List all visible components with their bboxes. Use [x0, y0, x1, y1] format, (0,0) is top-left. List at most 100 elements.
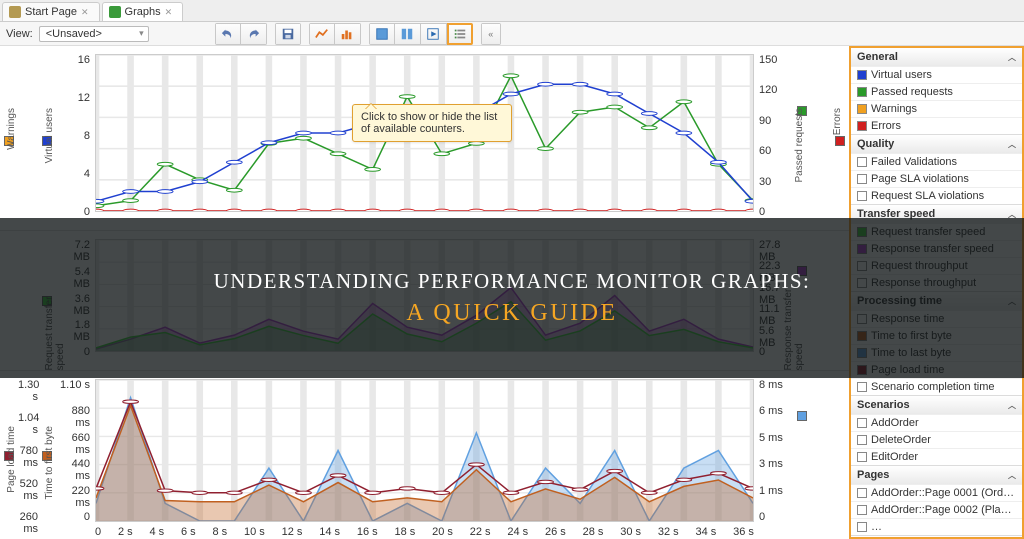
errors-legend-swatch: [835, 136, 845, 146]
checkbox[interactable]: [857, 418, 867, 428]
view-label: View:: [6, 28, 33, 40]
y-ticks-left: 0481216: [58, 46, 90, 230]
color-swatch: [857, 121, 867, 131]
chart-line-button[interactable]: [309, 23, 335, 45]
redo-icon: [246, 27, 260, 41]
color-swatch: [857, 70, 867, 80]
section-title: General: [857, 51, 898, 63]
checkbox[interactable]: [857, 157, 867, 167]
counter-label: Request SLA violations: [871, 190, 984, 202]
counter-label: Errors: [871, 120, 901, 132]
counter-row[interactable]: AddOrder::Page 0002 (Placing: [851, 501, 1022, 518]
section-header[interactable]: Quality ︿: [851, 135, 1022, 153]
sidebar-section: Quality ︿ Failed Validations Page SLA viola…: [851, 135, 1022, 205]
chevron-up-icon: ︿: [1008, 470, 1016, 481]
counter-row[interactable]: Errors: [851, 117, 1022, 134]
y-ticks-left: 0220 ms440 ms660 ms880 ms1.10 s: [58, 371, 90, 539]
counter-row[interactable]: Page SLA violations: [851, 170, 1022, 187]
counter-label: AddOrder: [871, 417, 919, 429]
layout-single-icon: [375, 27, 389, 41]
start-page-icon: [9, 6, 21, 18]
tab-label: Graphs: [125, 6, 161, 18]
counter-row[interactable]: Request SLA violations: [851, 187, 1022, 204]
checkbox[interactable]: [857, 382, 867, 392]
checkbox[interactable]: [857, 435, 867, 445]
overlay-subtitle: A QUICK GUIDE: [406, 300, 617, 327]
y-ticks-right: 01 ms3 ms5 ms6 ms8 ms: [759, 371, 791, 539]
checkbox[interactable]: [857, 191, 867, 201]
sidebar-section: General ︿ Virtual users Passed requests Warn…: [851, 48, 1022, 135]
counter-label: EditOrder: [871, 451, 918, 463]
undo-button[interactable]: [215, 23, 241, 45]
counter-row[interactable]: Passed requests: [851, 83, 1022, 100]
axis-label-passed-requests: Passed requests: [794, 108, 805, 183]
sidebar-section: Scenarios︿ AddOrder DeleteOrder EditOrder: [851, 396, 1022, 466]
view-select[interactable]: <Unsaved>: [39, 26, 149, 42]
checkbox[interactable]: [857, 505, 867, 515]
counter-row[interactable]: Virtual users: [851, 66, 1022, 83]
play-button[interactable]: [421, 23, 447, 45]
checkbox[interactable]: [857, 522, 867, 532]
section-header[interactable]: Scenarios︿: [851, 396, 1022, 414]
counter-label: …: [871, 521, 882, 533]
editor-tabbar: Start Page ✕ Graphs ✕: [0, 0, 1024, 22]
undo-icon: [221, 27, 235, 41]
counter-label: AddOrder::Page 0002 (Placing: [871, 504, 1016, 516]
counter-row[interactable]: …: [851, 518, 1022, 535]
axis-label-virtual-users: Virtual users: [44, 108, 55, 163]
section-title: Scenarios: [857, 399, 910, 411]
save-button[interactable]: [275, 23, 301, 45]
counter-label: AddOrder::Page 0001 (Order c: [871, 487, 1016, 499]
counter-label: DeleteOrder: [871, 434, 931, 446]
title-overlay: UNDERSTANDING PERFORMANCE MONITOR GRAPHS…: [0, 218, 1024, 378]
counter-row[interactable]: Failed Validations: [851, 153, 1022, 170]
counter-row[interactable]: Scenario completion time: [851, 378, 1022, 395]
counter-row[interactable]: AddOrder: [851, 414, 1022, 431]
y-ticks-far-left: 260 ms520 ms780 ms1.04 s1.30 s: [18, 371, 38, 539]
counter-label: Virtual users: [871, 69, 932, 81]
chart-bar-icon: [340, 27, 354, 41]
graph-toolbar: «: [215, 23, 509, 45]
section-header[interactable]: General ︿: [851, 48, 1022, 66]
counter-row[interactable]: Warnings: [851, 100, 1022, 117]
axis-label-errors: Errors: [832, 108, 843, 135]
plot-area[interactable]: [95, 379, 754, 522]
save-icon: [281, 27, 295, 41]
counter-row[interactable]: EditOrder: [851, 448, 1022, 465]
chevron-up-icon: ︿: [1008, 52, 1016, 63]
color-swatch: [857, 104, 867, 114]
overlay-title: UNDERSTANDING PERFORMANCE MONITOR GRAPHS…: [214, 269, 811, 294]
layout-single-button[interactable]: [369, 23, 395, 45]
tab-label: Start Page: [25, 6, 77, 18]
counter-label: Passed requests: [871, 86, 953, 98]
counter-list-button[interactable]: [447, 23, 473, 45]
chart-line-icon: [315, 27, 329, 41]
close-icon[interactable]: ✕: [81, 7, 89, 18]
chart-processing-time: Page load time Time to first byte 260 ms…: [0, 371, 849, 539]
counter-row[interactable]: DeleteOrder: [851, 431, 1022, 448]
counter-label: Scenario completion time: [871, 381, 995, 393]
chevron-up-icon: ︿: [1008, 139, 1016, 150]
sidebar-section: Pages ︿AddOrder::Page 0001 (Order cAddOrd…: [851, 466, 1022, 536]
redo-button[interactable]: [241, 23, 267, 45]
counter-row[interactable]: AddOrder::Page 0001 (Order c: [851, 484, 1022, 501]
y-ticks-right: 0306090120150: [759, 46, 791, 230]
section-title: Pages: [857, 469, 889, 481]
checkbox[interactable]: [857, 174, 867, 184]
close-icon[interactable]: ✕: [165, 7, 173, 18]
tab-graphs[interactable]: Graphs ✕: [102, 2, 184, 21]
ttlb-legend-swatch: [797, 411, 807, 421]
view-toolbar: View: <Unsaved> «: [0, 22, 1024, 46]
list-icon: [453, 27, 467, 41]
chart-bar-button[interactable]: [335, 23, 361, 45]
axis-label-ttfb: Time to first byte: [44, 426, 55, 500]
more-button[interactable]: «: [481, 23, 501, 45]
section-header[interactable]: Pages ︿: [851, 466, 1022, 484]
checkbox[interactable]: [857, 488, 867, 498]
layout-columns-button[interactable]: [395, 23, 421, 45]
counter-label: Failed Validations: [871, 156, 957, 168]
checkbox[interactable]: [857, 452, 867, 462]
section-title: Quality: [857, 138, 894, 150]
layout-columns-icon: [400, 27, 414, 41]
tab-start-page[interactable]: Start Page ✕: [2, 2, 100, 21]
